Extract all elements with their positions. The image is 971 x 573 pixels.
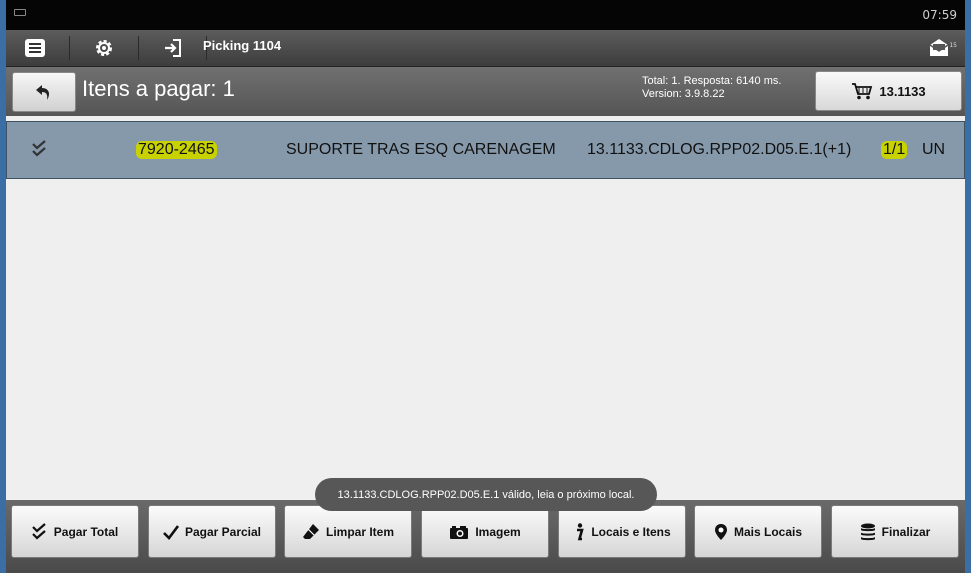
settings-gear-icon [96, 40, 112, 56]
double-check-icon [32, 140, 46, 157]
map-pin-icon [714, 523, 727, 540]
pagar-parcial-label: Pagar Parcial [184, 524, 262, 539]
version-info-line: Version: 3.9.8.22 [642, 88, 725, 100]
envelope-icon [929, 39, 949, 56]
finalizar-label: Finalizar [881, 524, 931, 539]
undo-arrow-icon [36, 85, 50, 100]
settings-button[interactable] [75, 30, 133, 66]
locais-itens-button[interactable]: Locais e Itens [558, 505, 686, 558]
item-description: SUPORTE TRAS ESQ CARENAGEM [286, 141, 556, 158]
back-button[interactable] [12, 72, 76, 112]
imagem-label: Imagem [475, 524, 521, 539]
camera-icon [450, 525, 469, 539]
keyboard-icon [14, 9, 26, 16]
mais-locais-label: Mais Locais [733, 524, 803, 539]
item-code: 7920-2465 [136, 141, 217, 159]
eraser-icon [302, 523, 319, 539]
status-bar: 07:59 [6, 0, 965, 30]
app-window: 07:59 Picking 1104 15 Itens a pagar: 1 T… [6, 0, 965, 573]
messages-button[interactable]: 15 [921, 34, 957, 62]
finalizar-button[interactable]: Finalizar [831, 505, 959, 558]
mais-locais-button[interactable]: Mais Locais [694, 505, 822, 558]
imagem-button[interactable]: Imagem [421, 505, 549, 558]
check-icon [163, 524, 179, 540]
toolbar-title: Picking 1104 [203, 38, 282, 53]
response-info-line: Total: 1. Resposta: 6140 ms. [642, 75, 782, 87]
response-info: Total: 1. Resposta: 6140 ms. Version: 3.… [642, 75, 781, 101]
cart-button-label: 13.1133 [879, 83, 926, 99]
database-icon [860, 523, 875, 540]
pagar-total-button[interactable]: Pagar Total [11, 505, 139, 558]
page-title: Itens a pagar: 1 [82, 76, 235, 101]
list-item[interactable]: 7920-2465 SUPORTE TRAS ESQ CARENAGEM 13.… [6, 121, 965, 179]
toolbar-divider [69, 36, 70, 60]
pagar-parcial-button[interactable]: Pagar Parcial [148, 505, 276, 558]
double-check-icon [31, 522, 46, 540]
item-location: 13.1133.CDLOG.RPP02.D05.E.1(+1) [587, 141, 852, 158]
pagar-total-label: Pagar Total [53, 524, 119, 539]
top-toolbar: Picking 1104 15 [6, 30, 965, 67]
menu-icon [25, 39, 45, 57]
toolbar-divider [138, 36, 139, 60]
item-quantity: 1/1 [881, 141, 908, 159]
menu-button[interactable] [6, 30, 64, 66]
login-button[interactable] [144, 30, 202, 66]
info-icon [577, 522, 585, 540]
page-header: Itens a pagar: 1 Total: 1. Resposta: 614… [6, 67, 965, 116]
toast-message: 13.1133.CDLOG.RPP02.D05.E.1 válido, leia… [315, 478, 657, 511]
cart-icon [852, 83, 873, 100]
locais-itens-label: Locais e Itens [591, 524, 671, 539]
message-count-badge: 15 [949, 42, 957, 49]
item-unit: UN [922, 141, 946, 158]
limpar-item-label: Limpar Item [325, 524, 394, 539]
limpar-item-button[interactable]: Limpar Item [284, 505, 412, 558]
status-clock: 07:59 [922, 8, 957, 22]
items-list: 7920-2465 SUPORTE TRAS ESQ CARENAGEM 13.… [6, 117, 965, 497]
login-icon [165, 39, 181, 57]
cart-button[interactable]: 13.1133 [815, 71, 962, 111]
